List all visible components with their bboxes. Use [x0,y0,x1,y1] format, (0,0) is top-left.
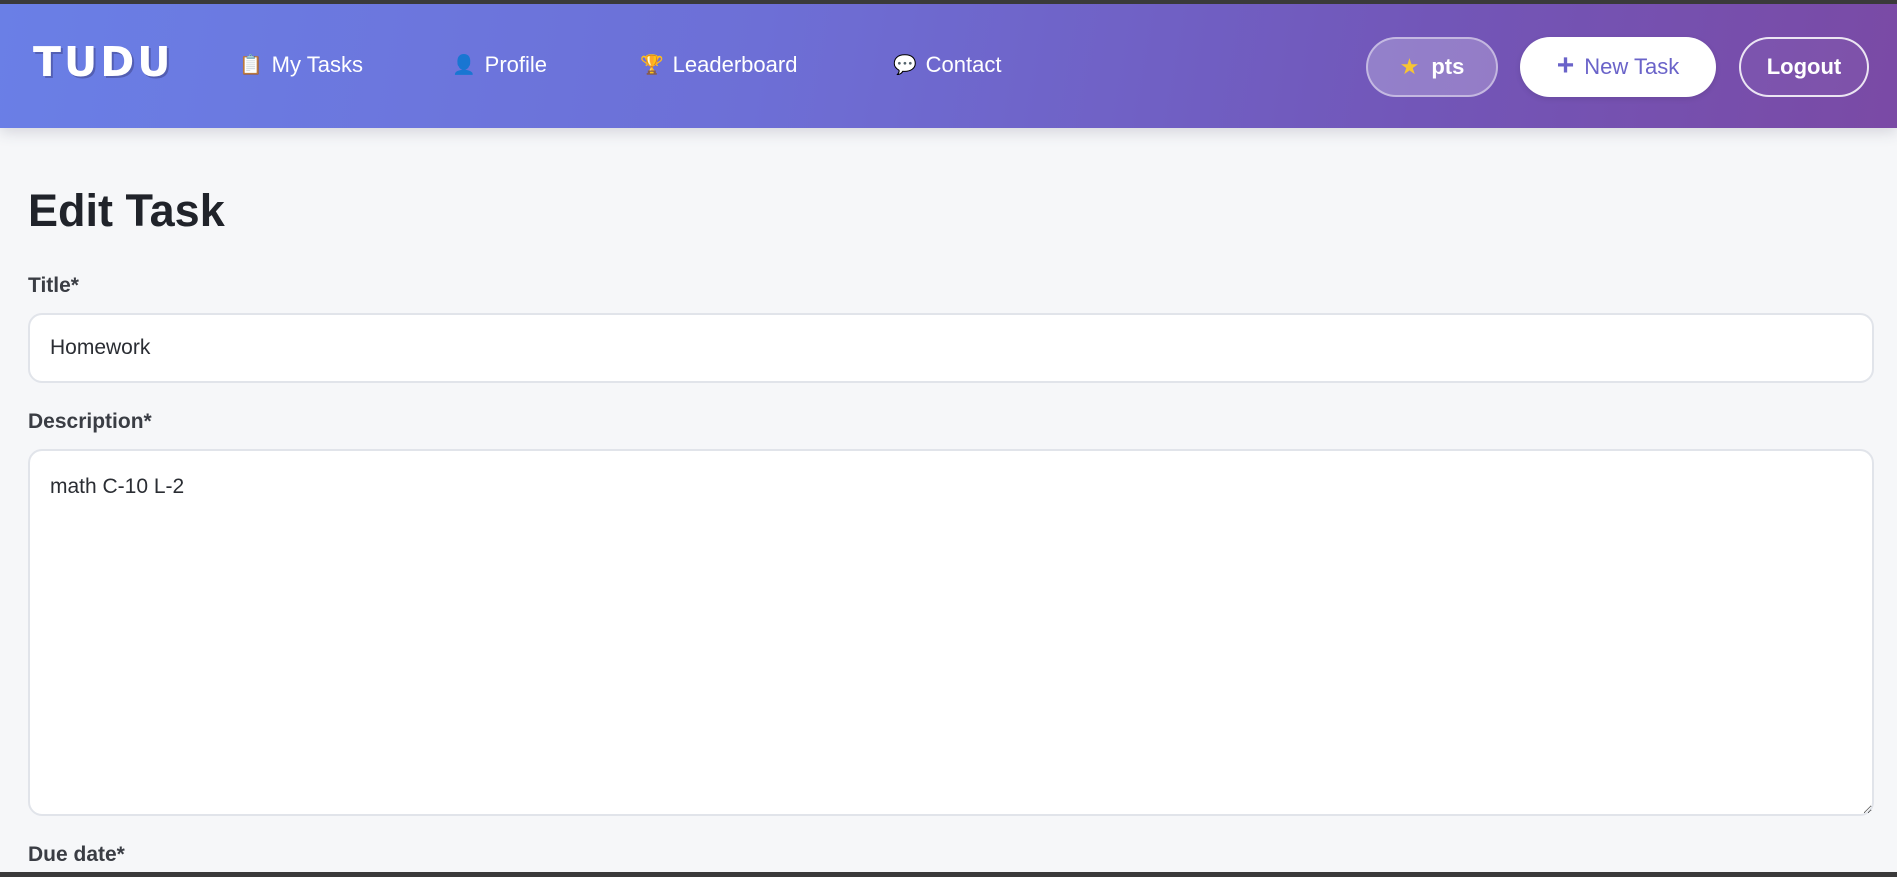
points-label: pts [1431,54,1465,79]
logout-button[interactable]: Logout [1739,37,1869,97]
top-navbar: TUDU 📋 My Tasks 👤 Profile 🏆 Leaderboard … [0,4,1897,128]
page: TUDU 📋 My Tasks 👤 Profile 🏆 Leaderboard … [0,4,1897,872]
title-label: Title* [28,274,79,297]
nav-leaderboard[interactable]: 🏆 Leaderboard [640,54,797,76]
app-logo[interactable]: TUDU [33,42,174,83]
page-title: Edit Task [28,185,225,236]
nav-my-tasks-label: My Tasks [271,52,363,77]
star-icon: ★ [1399,54,1420,79]
user-icon: 👤 [452,54,476,76]
speech-bubble-icon: 💬 [893,54,917,76]
nav-profile-label: Profile [484,52,548,77]
new-task-button[interactable]: + New Task [1520,37,1716,97]
points-badge[interactable]: ★ pts [1366,37,1498,97]
nav-profile[interactable]: 👤 Profile [452,54,547,76]
plus-icon: + [1556,48,1575,82]
description-label: Description* [28,410,152,433]
nav-leaderboard-label: Leaderboard [672,52,798,77]
due-date-label: Due date* [28,843,125,866]
new-task-label: New Task [1584,54,1680,79]
description-textarea[interactable]: math C-10 L-2 [28,449,1874,816]
trophy-icon: 🏆 [640,54,664,76]
nav-contact[interactable]: 💬 Contact [893,54,1002,76]
nav-contact-label: Contact [925,52,1002,77]
clipboard-icon: 📋 [239,54,263,76]
nav-my-tasks[interactable]: 📋 My Tasks [239,54,363,76]
title-input[interactable] [28,313,1874,383]
